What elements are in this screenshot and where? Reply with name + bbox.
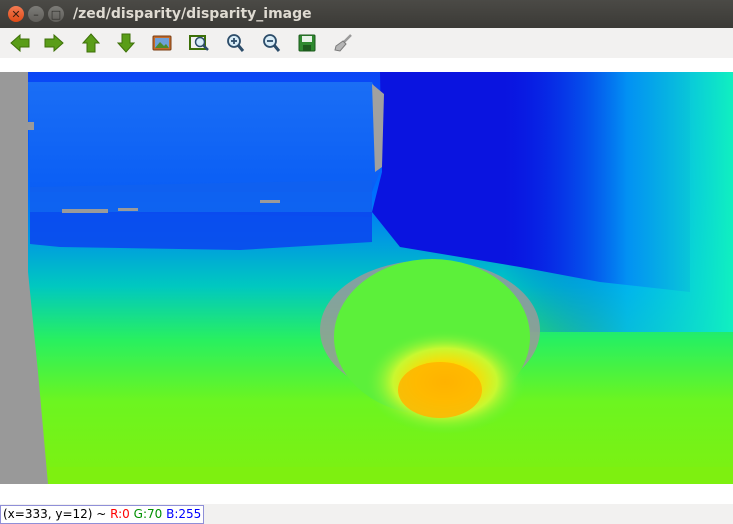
save-button[interactable] bbox=[294, 31, 320, 55]
toolbar bbox=[0, 28, 733, 58]
down-arrow-icon bbox=[116, 33, 136, 53]
zoom-out-button[interactable] bbox=[258, 31, 284, 55]
back-button[interactable] bbox=[7, 31, 33, 55]
image-icon bbox=[152, 35, 172, 51]
close-icon: ✕ bbox=[11, 7, 21, 21]
image-button[interactable] bbox=[149, 31, 175, 55]
image-bottom-margin bbox=[0, 484, 733, 504]
status-bar: (x=333, y=12) ~ R:0 G:70 B:255 bbox=[0, 504, 733, 524]
back-arrow-icon bbox=[10, 33, 30, 53]
zoom-fit-icon bbox=[189, 35, 209, 51]
blue-value: B:255 bbox=[166, 507, 202, 521]
disparity-map bbox=[0, 72, 733, 484]
down-button[interactable] bbox=[113, 31, 139, 55]
clear-brush-icon bbox=[334, 34, 352, 52]
forward-arrow-icon bbox=[44, 33, 64, 53]
save-icon bbox=[298, 34, 316, 52]
zoom-in-icon bbox=[227, 34, 245, 52]
coords-text: (x=333, y=12) ~ bbox=[3, 507, 111, 521]
up-arrow-icon bbox=[81, 33, 101, 53]
disparity-image[interactable] bbox=[0, 72, 733, 484]
up-button[interactable] bbox=[78, 31, 104, 55]
forward-button[interactable] bbox=[41, 31, 67, 55]
maximize-icon: □ bbox=[50, 7, 62, 21]
pixel-info-readout: (x=333, y=12) ~ R:0 G:70 B:255 bbox=[0, 505, 205, 524]
title-bar: ✕ – □ /zed/disparity/disparity_image bbox=[0, 0, 733, 28]
close-window-button[interactable]: ✕ bbox=[8, 6, 24, 22]
minimize-icon: – bbox=[33, 7, 39, 21]
green-value: G:70 bbox=[133, 507, 163, 521]
clear-button[interactable] bbox=[330, 31, 356, 55]
maximize-window-button[interactable]: □ bbox=[48, 6, 64, 22]
zoom-fit-button[interactable] bbox=[186, 31, 212, 55]
minimize-window-button[interactable]: – bbox=[28, 6, 44, 22]
window-title: /zed/disparity/disparity_image bbox=[73, 6, 312, 22]
red-value: R:0 bbox=[110, 507, 130, 521]
zoom-out-icon bbox=[263, 34, 281, 52]
image-top-margin bbox=[0, 58, 733, 72]
zoom-in-button[interactable] bbox=[222, 31, 248, 55]
image-viewer-window: ✕ – □ /zed/disparity/disparity_image (x=… bbox=[0, 0, 733, 524]
